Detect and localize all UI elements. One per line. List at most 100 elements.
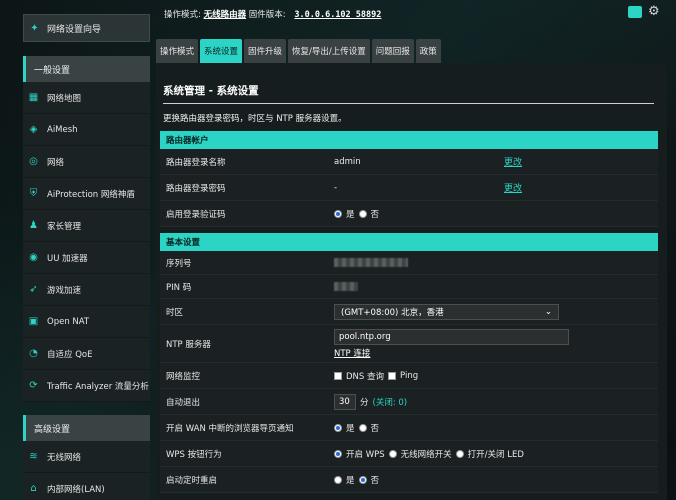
dns-query-checkbox[interactable] [334,371,342,380]
basic-header: 基本设置 [160,233,658,251]
wan-notify-no-radio[interactable] [358,423,367,432]
reboot-no-radio[interactable] [358,475,367,484]
reboot-label: 启动定时重启 [166,475,218,486]
shield-icon: ⛨ [29,188,38,199]
sidebar-section-advanced: 高级设置 [23,415,150,441]
ntp-link[interactable]: NTP 连接 [334,347,370,359]
sidebar-item-label: 自适应 QoE [47,349,93,360]
sidebar-item-label: Traffic Analyzer 流量分析 [47,381,149,392]
radio-label: 否 [370,475,380,486]
serial-label: 序列号 [166,258,192,269]
captcha-label: 启用登录验证码 [166,209,226,220]
radio-label: 是 [346,423,355,434]
page-title: 系统管理 - 系统设置 [163,85,259,97]
sidebar: ✦ 网络设置向导 一般设置 ▦ 网络地图 ◈ AiMesh ◎ 网络 ⛨ AiP… [23,14,150,500]
sidebar-item-game-boost[interactable]: ➶ 游戏加速 [23,274,150,306]
checkbox-label: DNS 查询 [346,371,385,382]
sidebar-item-lan[interactable]: ⌂ 内部网络(LAN) [23,473,150,500]
checkbox-label: Ping [400,370,419,381]
radio-label: 否 [370,209,380,220]
timezone-select[interactable]: (GMT+08:00) 北京，香港 ⌄ [334,303,559,320]
network-monitor-label: 网络监控 [166,371,201,382]
mode-value-link[interactable]: 无线路由器 [204,10,247,20]
change-password-link[interactable]: 更改 [504,181,522,194]
qos-icon: ◔ [29,348,38,359]
sidebar-item-wizard[interactable]: ✦ 网络设置向导 [23,14,150,42]
sidebar-item-wireless[interactable]: ≋ 无线网络 [23,441,150,473]
login-password-label: 路由器登录密码 [166,183,226,194]
sidebar-item-open-nat[interactable]: ▣ Open NAT [23,306,150,338]
usb-icon[interactable] [628,6,642,18]
firmware-version-link[interactable]: 3.0.0.6.102_58892 [294,10,381,20]
timezone-label: 时区 [166,307,184,318]
sidebar-item-label: 家长管理 [47,221,82,232]
sidebar-item-network-map[interactable]: ▦ 网络地图 [23,82,150,114]
radio-label: 是 [346,209,355,220]
tab-operation-mode[interactable]: 操作模式 [156,39,199,63]
sidebar-item-aimesh[interactable]: ◈ AiMesh [23,114,150,146]
globe-icon: ◎ [29,156,38,167]
ping-checkbox[interactable] [388,371,397,380]
lan-icon: ⌂ [30,483,37,494]
wifi-icon: ≋ [29,451,38,462]
captcha-row: 启用登录验证码 是 否 [160,201,658,227]
pin-label: PIN 码 [166,282,192,293]
tab-feedback[interactable]: 问题回报 [371,39,414,63]
sidebar-item-parental[interactable]: ♟ 家长管理 [23,210,150,242]
sidebar-item-label: 网络设置向导 [47,24,102,35]
sidebar-item-qoe[interactable]: ◔ 自适应 QoE [23,338,150,370]
login-name-value: admin [334,156,361,167]
serial-row: 序列号 [160,251,658,275]
sidebar-item-label: AiMesh [47,124,78,135]
login-name-label: 路由器登录名称 [166,157,226,168]
wps-led-radio[interactable] [455,449,464,458]
sidebar-item-aiprotection[interactable]: ⛨ AiProtection 网络神盾 [23,178,150,210]
map-icon: ▦ [28,92,39,103]
wand-icon: ✦ [30,22,39,34]
ntp-server-input[interactable]: pool.ntp.org [334,328,569,345]
captcha-no-radio[interactable] [358,209,367,218]
captcha-yes-radio[interactable] [334,209,342,218]
reboot-row: 启动定时重启 是 否 [160,467,658,493]
tab-bar: 操作模式 系统设置 固件升级 恢复/导出/上传设置 问题回报 政策 [156,39,441,63]
sidebar-item-uu[interactable]: ◉ UU 加速器 [23,242,150,274]
login-password-row: 路由器登录密码 - 更改 [160,175,658,201]
tab-system[interactable]: 系统设置 [200,39,243,63]
page-description: 更换路由器登录密码，时区与 NTP 服务器设置。 [163,114,347,124]
sidebar-item-label: Open NAT [47,316,90,327]
wps-enable-radio[interactable] [334,449,342,458]
sidebar-item-traffic[interactable]: ⟳ Traffic Analyzer 流量分析 [23,370,150,402]
change-login-name-link[interactable]: 更改 [504,155,522,168]
radio-label: 否 [370,423,380,434]
serial-redacted [334,258,408,267]
reboot-yes-radio[interactable] [334,475,342,484]
rocket-icon: ➶ [29,284,38,295]
sidebar-item-label: 游戏加速 [47,285,82,296]
sidebar-item-label: 无线网络 [47,452,82,463]
sidebar-item-label: 网络地图 [47,93,82,104]
mesh-icon: ◈ [29,124,38,135]
pin-redacted [334,282,358,291]
radio-label: 打开/关闭 LED [467,449,524,460]
timezone-value: (GMT+08:00) 北京，香港 [341,307,444,318]
tab-policy[interactable]: 政策 [415,39,441,63]
ntp-label: NTP 服务器 [166,339,211,350]
tab-firmware[interactable]: 固件升级 [244,39,287,63]
radio-label: 是 [346,475,355,486]
tab-restore[interactable]: 恢复/导出/上传设置 [288,39,370,63]
sidebar-item-network[interactable]: ◎ 网络 [23,146,150,178]
login-name-row: 路由器登录名称 admin 更改 [160,149,658,175]
main-panel: 系统管理 - 系统设置 更换路由器登录密码，时区与 NTP 服务器设置。 路由器… [156,63,667,500]
wps-wifi-toggle-radio[interactable] [388,449,397,458]
divider [163,103,654,104]
uu-icon: ◉ [29,252,38,263]
auto-logout-input[interactable]: 30 [334,393,356,410]
gear-icon[interactable]: ⚙ [648,5,662,18]
sidebar-item-label: UU 加速器 [47,253,88,264]
login-password-value: - [334,182,338,193]
wan-notify-label: 开启 WAN 中断的浏览器导页通知 [166,423,294,434]
basic-section: 基本设置 序列号 PIN 码 时区 (GMT+08:00) 北京，香港 ⌄ NT… [160,233,658,493]
wan-notify-yes-radio[interactable] [334,423,342,432]
firmware-label: 固件版本: [248,10,286,20]
minute-unit: 分 [360,397,369,408]
